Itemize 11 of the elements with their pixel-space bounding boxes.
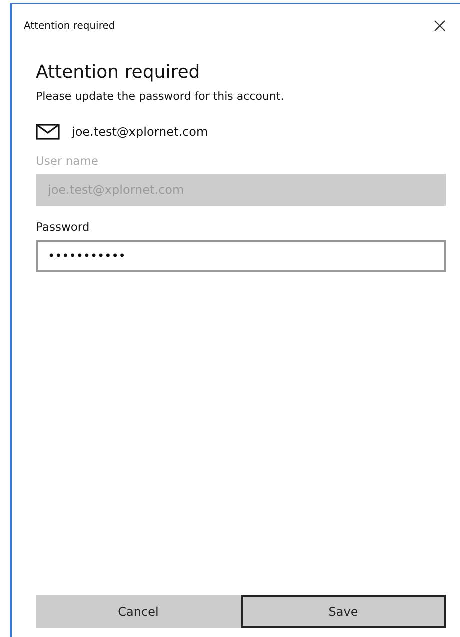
dialog-button[interactable]: Save: [241, 595, 446, 628]
dialog-button[interactable]: Cancel: [36, 595, 241, 628]
dialog-heading: Attention required: [36, 62, 202, 83]
envelope-icon: [36, 124, 60, 140]
field-label: User name: [36, 154, 100, 168]
close-icon[interactable]: [434, 20, 446, 32]
window-title: Attention required: [24, 20, 116, 32]
dialog-message: Please update the password for this account.: [36, 90, 286, 103]
input-field[interactable]: •••••••••••: [36, 240, 446, 272]
field-label: Password: [36, 220, 91, 234]
account-email: joe.test@xplornet.com: [72, 125, 208, 139]
